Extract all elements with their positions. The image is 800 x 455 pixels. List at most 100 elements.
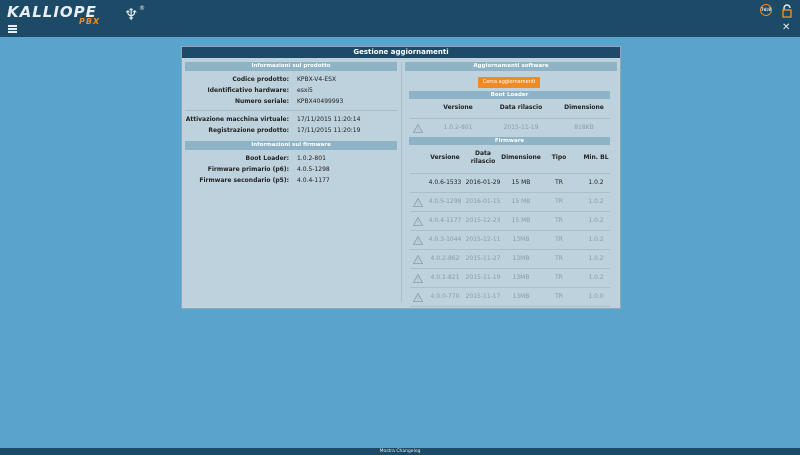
- panel-title: Gestione aggiornamenti: [182, 47, 620, 58]
- kalliope-logo[interactable]: KALLIOPE PBX ♆ ®: [7, 3, 145, 31]
- fw-min-bl: 1.0.0: [588, 293, 604, 300]
- fw-col-date: Data rilascio: [470, 150, 496, 165]
- primary-firmware-label: Firmware primario (p6):: [207, 166, 289, 173]
- hardware-id-label: Identificativo hardware:: [207, 87, 290, 94]
- fw-type: TR: [555, 293, 563, 300]
- svg-text:!: !: [417, 240, 419, 246]
- tools-icon[interactable]: ✕: [782, 23, 790, 33]
- bootloader-subheader: Boot Loader: [409, 91, 610, 99]
- hamburger-menu-icon[interactable]: [8, 25, 17, 33]
- fw-date: 2015-12-23: [465, 217, 501, 224]
- check-updates-button[interactable]: Cerca aggiornamenti: [478, 77, 540, 88]
- divider: [185, 110, 397, 111]
- primary-firmware-value: 4.0.5-1298: [297, 166, 330, 173]
- warning-icon: !: [413, 217, 423, 226]
- warning-icon: !: [413, 293, 423, 302]
- fw-version: 4.0.6-1533: [428, 179, 462, 186]
- serial-number-label: Numero seriale:: [234, 98, 289, 105]
- warning-icon: !: [413, 124, 423, 133]
- product-code-value: KPBX-V4-ESX: [297, 76, 337, 83]
- vm-activation-label: Attivazione macchina virtuale:: [185, 116, 289, 123]
- product-registration-label: Registrazione prodotto:: [208, 127, 289, 134]
- show-changelog-link[interactable]: Mostra Changelog: [0, 448, 800, 455]
- fw-size: 13MB: [512, 236, 530, 243]
- unlock-icon[interactable]: [781, 4, 793, 18]
- bl-col-size: Dimensione: [564, 104, 604, 111]
- table-row[interactable]: ! 4.0.4-1177 2015-12-23 15 MB TR 1.0.2: [410, 212, 610, 231]
- firmware-info-header: Informazioni sul firmware: [185, 141, 397, 150]
- svg-text:!: !: [417, 259, 419, 265]
- fw-date: 2016-01-29: [465, 179, 501, 186]
- software-updates-header: Aggiornamenti software: [405, 62, 617, 71]
- secondary-firmware-value: 4.0.4-1177: [297, 177, 330, 184]
- table-row[interactable]: ! 4.0.5-1298 2016-01-15 15 MB TR 1.0.2: [410, 193, 610, 212]
- warning-icon: !: [413, 255, 423, 264]
- fw-type: TR: [555, 236, 563, 243]
- logo-sub: PBX: [79, 17, 101, 26]
- svg-text:!: !: [417, 128, 419, 134]
- fw-version: 4.0.3-1044: [428, 236, 462, 243]
- table-row[interactable]: ! 4.0.1-821 2015-11-19 13MB TR 1.0.2: [410, 269, 610, 288]
- fw-size: 13MB: [512, 255, 530, 262]
- firmware-subheader: Firmware: [409, 137, 610, 145]
- bootloader-label: Boot Loader:: [245, 155, 290, 162]
- fw-version: 4.0.2-862: [430, 255, 460, 262]
- fw-col-size: Dimensione: [501, 154, 541, 161]
- fw-version: 4.0.0-770: [430, 293, 460, 300]
- fw-min-bl: 1.0.2: [588, 198, 604, 205]
- vm-activation-value: 17/11/2015 11:20:14: [297, 116, 361, 123]
- fw-min-bl: 1.0.2: [588, 255, 604, 262]
- table-row[interactable]: ! 4.0.2-862 2015-11-27 13MB TR 1.0.2: [410, 250, 610, 269]
- svg-text:!: !: [417, 297, 419, 303]
- svg-text:!: !: [417, 278, 419, 284]
- fw-min-bl: 1.0.2: [588, 179, 604, 186]
- bootloader-value: 1.0.2-801: [297, 155, 326, 162]
- product-info-header: Informazioni sul prodotto: [185, 62, 397, 71]
- bl-date: 2015-11-19: [503, 124, 539, 131]
- top-bar: KALLIOPE PBX ♆ ® 7d:8 ✕: [0, 0, 800, 37]
- bl-col-version: Versione: [443, 104, 473, 111]
- hardware-id-value: esxi5: [297, 87, 313, 94]
- fw-date: 2015-12-11: [465, 236, 501, 243]
- fw-col-min-bl: Min. BL: [583, 154, 609, 161]
- fw-col-type: Tipo: [551, 154, 567, 161]
- secondary-firmware-label: Firmware secondario (p5):: [199, 177, 289, 184]
- fw-type: TR: [555, 217, 563, 224]
- fw-version: 4.0.4-1177: [428, 217, 462, 224]
- bl-col-date: Data rilascio: [499, 104, 543, 111]
- fw-size: 13MB: [512, 274, 530, 281]
- product-registration-value: 17/11/2015 11:20:19: [297, 127, 361, 134]
- fw-date: 2016-01-15: [465, 198, 501, 205]
- lyre-icon: ♆: [124, 5, 139, 24]
- fw-type: TR: [555, 198, 563, 205]
- serial-number-value: KPBX40499993: [297, 98, 344, 105]
- bl-version: 1.0.2-801: [443, 124, 473, 131]
- fw-date: 2015-11-27: [465, 255, 501, 262]
- table-row[interactable]: 4.0.6-1533 2016-01-29 15 MB TR 1.0.2: [410, 174, 610, 193]
- fw-type: TR: [555, 255, 563, 262]
- warning-icon: !: [413, 274, 423, 283]
- table-row[interactable]: ! 4.0.3-1044 2015-12-11 13MB TR 1.0.2: [410, 231, 610, 250]
- fw-min-bl: 1.0.2: [588, 236, 604, 243]
- fw-type: TR: [555, 179, 563, 186]
- fw-min-bl: 1.0.2: [588, 274, 604, 281]
- fw-type: TR: [555, 274, 563, 281]
- fw-col-version: Versione: [430, 154, 460, 161]
- fw-size: 15 MB: [511, 198, 531, 205]
- fw-date: 2015-11-17: [465, 293, 501, 300]
- bl-size: 818KB: [574, 124, 594, 131]
- fw-version: 4.0.5-1298: [428, 198, 462, 205]
- table-row[interactable]: ! 1.0.2-801 2015-11-19 818KB: [410, 119, 610, 138]
- logo-registered-mark: ®: [139, 5, 145, 12]
- fw-size: 13MB: [512, 293, 530, 300]
- fw-size: 15 MB: [511, 217, 531, 224]
- column-divider: [401, 62, 402, 302]
- warning-icon: !: [413, 236, 423, 245]
- fw-size: 15 MB: [511, 179, 531, 186]
- product-code-label: Codice prodotto:: [232, 76, 289, 83]
- fw-min-bl: 1.0.2: [588, 217, 604, 224]
- session-timer-icon[interactable]: 7d:8: [760, 4, 772, 16]
- table-row[interactable]: ! 4.0.0-770 2015-11-17 13MB TR 1.0.0: [410, 288, 610, 307]
- fw-date: 2015-11-19: [465, 274, 501, 281]
- fw-version: 4.0.1-821: [430, 274, 460, 281]
